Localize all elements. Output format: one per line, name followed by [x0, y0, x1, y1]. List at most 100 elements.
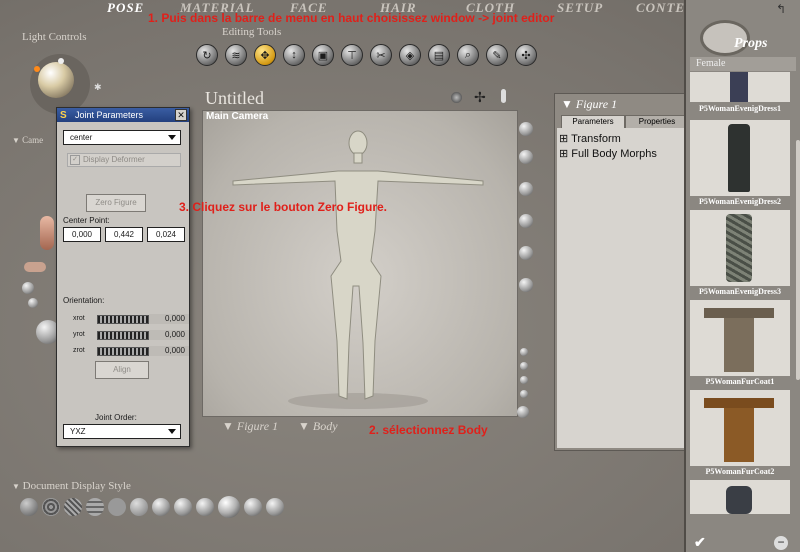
viewport-control-ball[interactable] [520, 362, 528, 370]
3d-viewport[interactable]: Main Camera [202, 110, 518, 417]
rotate-tool-icon[interactable]: ↻ [196, 44, 218, 66]
dialog-titlebar[interactable]: S Joint Parameters ✕ [57, 108, 189, 122]
display-style-silhouette[interactable] [20, 498, 38, 516]
camera-control-ball[interactable] [22, 282, 34, 294]
scale-view-icon[interactable] [501, 89, 506, 103]
light-indicator[interactable] [58, 58, 64, 64]
translate-tool-icon[interactable]: ✥ [254, 44, 276, 66]
grouping-tool-icon[interactable]: ▤ [428, 44, 450, 66]
viewport-control-ball[interactable] [517, 406, 529, 418]
twist-tool-icon[interactable]: ≋ [225, 44, 247, 66]
display-style-outline[interactable] [42, 498, 60, 516]
library-item-thumbnail[interactable] [690, 72, 790, 102]
display-style-smooth-lined[interactable] [244, 498, 262, 516]
library-scrollbar[interactable] [796, 140, 800, 380]
scale-tool-icon[interactable]: ▣ [312, 44, 334, 66]
viewport-control-ball[interactable] [520, 348, 528, 356]
display-style-lit-wireframe[interactable] [108, 498, 126, 516]
center-point-label: Center Point: [63, 216, 110, 225]
viewport-control-ball[interactable] [519, 278, 533, 292]
figure-selector[interactable]: ▼ Figure 1 [222, 419, 278, 434]
viewport-control-ball[interactable] [519, 182, 533, 196]
library-item-thumbnail[interactable] [690, 390, 790, 466]
center-x-field[interactable]: 0,000 [63, 227, 101, 242]
hand-camera-icon[interactable] [24, 262, 46, 272]
library-category-dropdown[interactable]: Female [690, 57, 796, 71]
rotate-view-icon[interactable] [451, 92, 462, 103]
library-item-thumbnail[interactable] [690, 210, 790, 286]
body-part-selector[interactable]: ▼ Body [298, 419, 338, 434]
viewport-control-ball[interactable] [520, 376, 528, 384]
taper-tool-icon[interactable]: ⊤ [341, 44, 363, 66]
morph-brush-icon[interactable]: ✎ [486, 44, 508, 66]
display-style-wireframe[interactable] [64, 498, 82, 516]
display-style-smooth-shaded[interactable] [218, 496, 240, 518]
center-y-field[interactable]: 0,442 [105, 227, 143, 242]
light-indicator[interactable] [34, 66, 40, 72]
align-button[interactable]: Align [95, 361, 149, 379]
tab-properties[interactable]: Properties [625, 115, 689, 129]
zrot-dial[interactable] [97, 347, 149, 356]
color-tool-icon[interactable]: ◈ [399, 44, 421, 66]
orientation-label: Orientation: [63, 296, 105, 305]
display-style-cartoon-lined[interactable] [196, 498, 214, 516]
panel-figure-title: ▼ Figure 1 [561, 97, 618, 111]
apply-checkmark-icon[interactable]: ✔ [694, 534, 706, 551]
xrot-value[interactable]: 0,000 [149, 314, 189, 324]
library-item-label[interactable]: P5WomanEvenigDress1 [690, 104, 790, 113]
hand-camera-icon[interactable] [40, 216, 54, 250]
library-item-thumbnail[interactable] [690, 300, 790, 376]
viewport-control-ball[interactable] [519, 122, 533, 136]
library-item-label[interactable]: P5WomanEvenigDress2 [690, 197, 790, 206]
move-view-icon[interactable]: ✢ [474, 90, 486, 104]
zrot-value[interactable]: 0,000 [149, 346, 189, 356]
xrot-dial[interactable] [97, 315, 149, 324]
joint-order-dropdown[interactable]: YXZ [63, 424, 181, 439]
library-item-thumbnail[interactable] [690, 480, 790, 514]
library-item-label[interactable]: P5WomanEvenigDress3 [690, 287, 790, 296]
joint-dropdown[interactable]: center [63, 130, 181, 145]
figure-model[interactable] [203, 111, 517, 416]
viewport-control-ball[interactable] [520, 390, 528, 398]
viewport-control-ball[interactable] [519, 246, 533, 260]
display-style-cartoon[interactable] [174, 498, 192, 516]
zero-figure-button[interactable]: Zero Figure [86, 194, 146, 212]
display-style-flat-lined[interactable] [152, 498, 170, 516]
display-style-texture-shaded[interactable] [266, 498, 284, 516]
xrot-label: xrot [73, 315, 85, 322]
viewport-control-ball[interactable] [519, 214, 533, 228]
center-z-field[interactable]: 0,024 [147, 227, 185, 242]
library-item-label[interactable]: P5WomanFurCoat2 [690, 467, 790, 476]
light-add-icon[interactable]: ✱ [94, 82, 102, 93]
light-controls-label: Light Controls [22, 31, 87, 43]
light-controls-dial[interactable] [30, 54, 90, 114]
parameter-group-transform[interactable]: ⊞ Transform [559, 132, 621, 145]
tab-setup[interactable]: SETUP [557, 0, 603, 16]
translate-in-out-icon[interactable]: ↕ [283, 44, 305, 66]
tab-content[interactable]: CONTE [636, 0, 685, 16]
parameter-group-morphs[interactable]: ⊞ Full Body Morphs [559, 147, 657, 160]
yrot-dial[interactable] [97, 331, 149, 340]
camera-control-ball[interactable] [28, 298, 38, 308]
yrot-label: yrot [73, 331, 85, 338]
close-icon[interactable]: ✕ [175, 109, 187, 121]
zrot-label: zrot [73, 347, 85, 354]
viewport-control-ball[interactable] [519, 150, 533, 164]
parameters-list: ⊞ Transform ⊞ Full Body Morphs [557, 128, 689, 448]
dialog-title: Joint Parameters [75, 110, 144, 120]
back-arrow-icon[interactable]: ↰ [776, 2, 786, 16]
annotation-step-3: 3. Cliquez sur le bouton Zero Figure. [179, 200, 388, 214]
chain-break-icon[interactable]: ✂ [370, 44, 392, 66]
library-item-label[interactable]: P5WomanFurCoat1 [690, 377, 790, 386]
yrot-value[interactable]: 0,000 [149, 330, 189, 340]
tab-parameters[interactable]: Parameters [561, 115, 625, 129]
library-title: Props [734, 36, 768, 51]
display-style-flat-shaded[interactable] [130, 498, 148, 516]
view-magnifier-icon[interactable]: ⌕ [457, 44, 479, 66]
display-style-hidden-line[interactable] [86, 498, 104, 516]
tab-pose[interactable]: POSE [107, 0, 144, 16]
library-item-thumbnail[interactable] [690, 120, 790, 196]
direct-manipulation-icon[interactable]: ✣ [515, 44, 537, 66]
display-deformer-checkbox[interactable]: ✓ Display Deformer [67, 153, 181, 167]
remove-icon[interactable]: − [774, 536, 788, 550]
